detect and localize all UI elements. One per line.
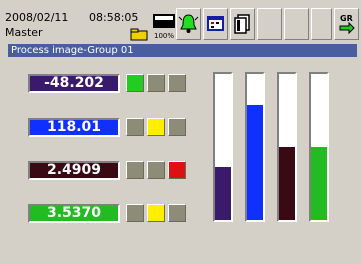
channel-4-bar [309,72,329,222]
channel-3-value: 2.4909 [28,161,120,180]
channel-2-value: 118.01 [28,118,120,137]
blank-button-3[interactable] [311,8,332,40]
blank-button-1[interactable] [257,8,282,40]
channel-4-bar-fill [311,147,327,220]
channel-2-bar-fill [247,104,263,220]
memory-usage-label: 100% [154,32,175,40]
channel-1-bar [213,72,233,222]
channel-2-alarm-2 [147,118,165,136]
channel-4-alarm-1 [126,204,144,222]
status-bar: 2008/02/11 08:58:05 Master 100% GR [2,2,359,43]
group-title: Process image-Group 01 [8,44,357,57]
alarm-bell-icon [178,14,199,33]
date-label: 2008/02/11 [5,11,69,24]
channel-2-alarm-3 [168,118,186,136]
channel-3-alarm-2 [147,161,165,179]
time-label: 08:58:05 [89,11,139,24]
channel-1-alarm-3 [168,74,186,92]
channel-3-alarm-3 [168,161,186,179]
channel-1-alarm-2 [147,74,165,92]
group-switch-icon: GR [339,14,355,35]
channel-3-bar [277,72,297,222]
calendar-icon [207,16,224,31]
channel-4-alarm-2 [147,204,165,222]
memory-card-icon [153,14,175,28]
group-switch-button[interactable]: GR [334,8,359,40]
window-button[interactable] [230,8,255,40]
channel-2-alarm-1 [126,118,144,136]
window-icon [234,14,250,34]
calendar-button[interactable] [203,8,228,40]
channel-1-value: -48.202 [28,74,120,93]
mode-label: Master [5,26,43,39]
channel-4-alarm-3 [168,204,186,222]
channel-1-bar-fill [215,167,231,220]
svg-text:GR: GR [340,14,353,23]
blank-button-2[interactable] [284,8,309,40]
channel-3-bar-fill [279,147,295,220]
channel-3-alarm-1 [126,161,144,179]
channel-2-bar [245,72,265,222]
channel-1-alarm-1 [126,74,144,92]
recorder-screen: 2008/02/11 08:58:05 Master 100% GR Proce… [0,0,361,264]
alarm-bell-button[interactable] [176,8,201,40]
folder-icon [130,28,148,41]
channel-4-value: 3.5370 [28,204,120,223]
